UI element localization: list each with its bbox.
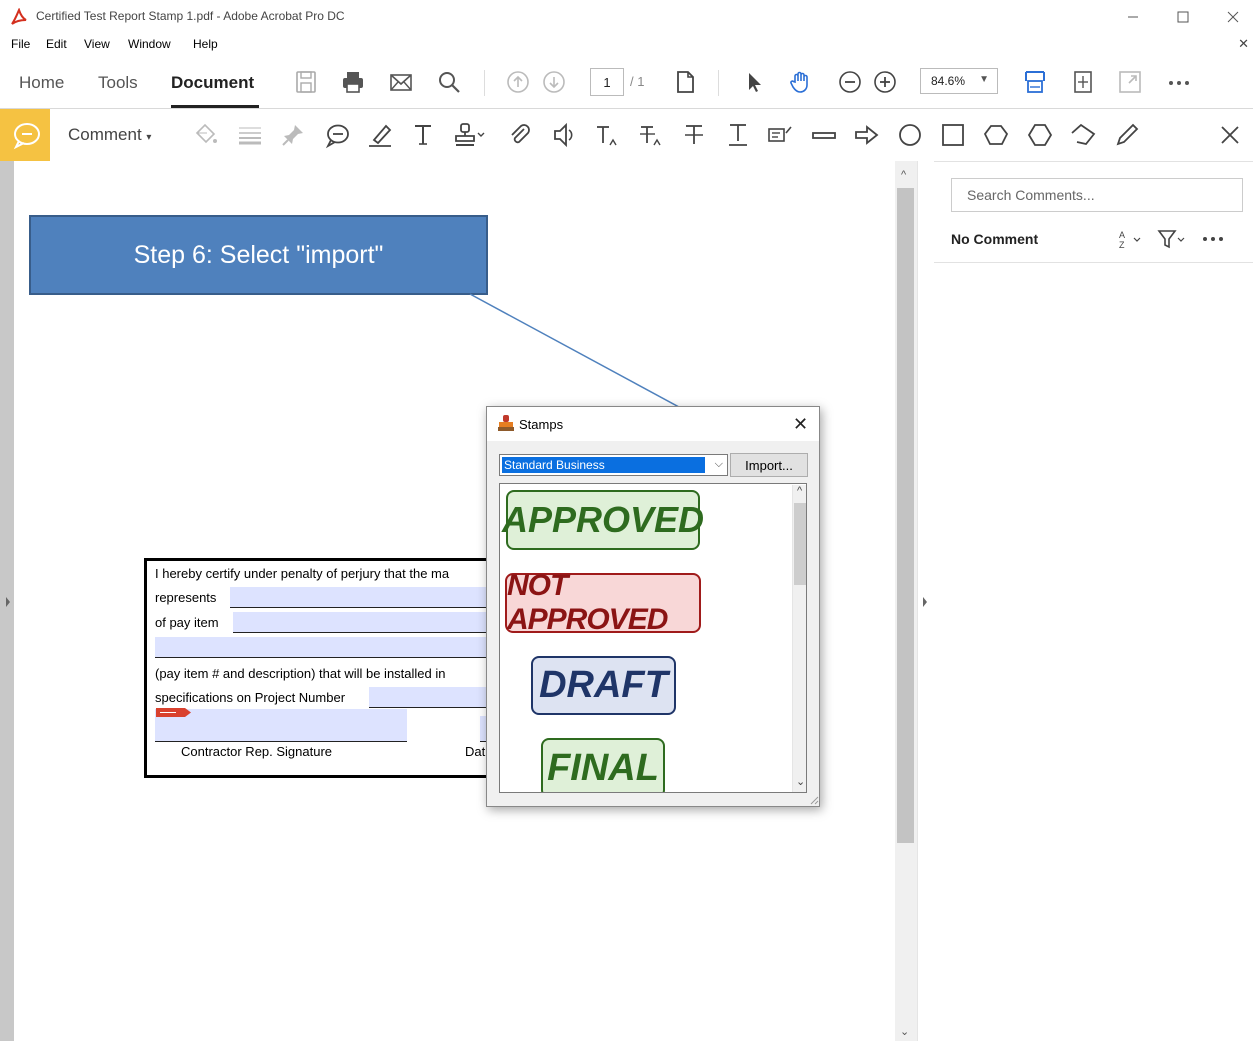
project-number-field[interactable]: [369, 687, 502, 708]
comments-pane-divider: [934, 262, 1253, 263]
scroll-down-icon[interactable]: ⌄: [796, 775, 805, 788]
stamp-not-approved-label: NOT APPROVED: [507, 569, 668, 636]
svg-text:A: A: [1119, 230, 1125, 240]
certification-form: I hereby certify under penalty of perjur…: [144, 558, 504, 778]
form-line-1: I hereby certify under penalty of perjur…: [155, 566, 450, 581]
import-button[interactable]: Import...: [730, 453, 808, 477]
stamp-category-select[interactable]: Standard Business ⌵: [499, 454, 728, 476]
pay-item-field[interactable]: [233, 612, 502, 633]
stamp-final[interactable]: FINAL: [541, 738, 665, 792]
pay-item-description-field[interactable]: [155, 637, 502, 658]
date-label: Dat: [465, 744, 486, 759]
sort-comments-icon[interactable]: AZ: [1117, 228, 1145, 250]
represents-field[interactable]: [230, 587, 502, 608]
chevron-down-icon: ⌵: [714, 458, 723, 470]
stamp-approved[interactable]: APPROVED: [502, 490, 704, 550]
stamp-list-scrollbar[interactable]: ^ ⌄: [792, 485, 806, 792]
stamps-dialog: Stamps ✕ Standard Business ⌵ Import... A…: [486, 406, 820, 807]
svg-text:Z: Z: [1119, 240, 1125, 250]
scroll-up-icon[interactable]: ^: [797, 485, 802, 497]
stamp-final-label: FINAL: [547, 746, 659, 789]
form-line-4: (pay item # and description) that will b…: [155, 666, 446, 681]
filter-comments-icon[interactable]: [1157, 228, 1189, 250]
scroll-up-icon[interactable]: ^: [901, 169, 906, 181]
right-pane-splitter[interactable]: [917, 161, 934, 1041]
comments-status: No Comment: [951, 231, 1039, 247]
form-line-5: specifications on Project Number: [155, 690, 346, 705]
stamp-approved-label: APPROVED: [501, 499, 705, 540]
resize-grip-icon[interactable]: [809, 795, 819, 805]
search-comments-input[interactable]: Search Comments...: [951, 178, 1243, 212]
stamp-list[interactable]: APPROVED NOT APPROVED DRAFT FINAL ^ ⌄: [499, 483, 807, 793]
stamp-draft[interactable]: DRAFT: [531, 656, 676, 715]
stamps-dialog-title: Stamps: [519, 417, 564, 432]
signature-tag-icon: [156, 708, 192, 717]
document-scroll-thumb[interactable]: [897, 188, 914, 843]
form-line-2: represents: [155, 590, 217, 605]
stamp-app-icon: [497, 414, 515, 432]
stamps-dialog-header: Stamps ✕: [487, 407, 819, 441]
scroll-down-icon[interactable]: ⌄: [900, 1025, 909, 1038]
stamp-not-approved[interactable]: NOT APPROVED: [505, 569, 701, 636]
comments-more-icon[interactable]: [1201, 228, 1227, 250]
close-dialog-icon[interactable]: ✕: [793, 414, 808, 435]
signature-label: Contractor Rep. Signature: [181, 744, 333, 759]
stamp-draft-label: DRAFT: [539, 664, 668, 706]
stamp-category-value: Standard Business: [502, 457, 705, 473]
stamp-list-scroll-thumb[interactable]: [794, 503, 806, 585]
form-line-3: of pay item: [155, 615, 219, 630]
signature-field[interactable]: [155, 709, 407, 742]
